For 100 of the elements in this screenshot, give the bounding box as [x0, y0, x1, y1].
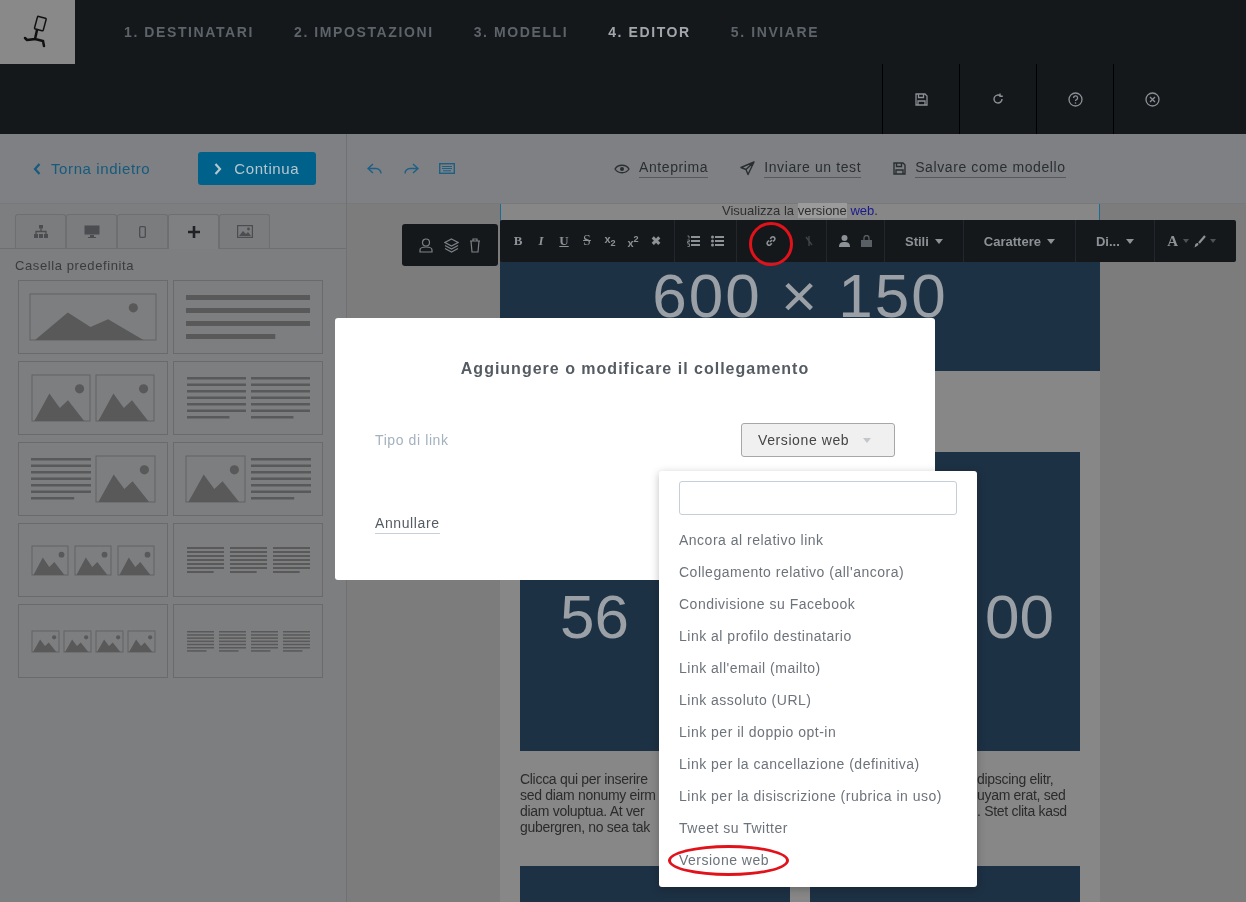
- floppy-icon: [914, 92, 928, 106]
- body-text: Clicca qui per inserire: [520, 771, 649, 787]
- refresh-icon: [991, 92, 1005, 106]
- logo[interactable]: [0, 0, 75, 64]
- step-tab[interactable]: 4. EDITOR: [608, 24, 691, 40]
- layout-tile[interactable]: [18, 604, 168, 678]
- body-text: diam voluptua. At ver: [520, 803, 646, 819]
- undo-icon[interactable]: [367, 162, 383, 175]
- layout-tile[interactable]: [173, 604, 323, 678]
- toolbar-dropdown[interactable]: Carattere: [963, 220, 1076, 262]
- panel-tab[interactable]: [219, 214, 270, 248]
- format-button[interactable]: U: [558, 233, 570, 249]
- monitor-icon: [83, 225, 100, 238]
- step-tab[interactable]: 3. MODELLI: [473, 24, 569, 40]
- step-tab[interactable]: 1. DESTINATARI: [124, 24, 254, 40]
- dropdown-option[interactable]: Tweet su Twitter: [659, 812, 977, 844]
- user-icon[interactable]: [418, 237, 433, 253]
- dropdown-option[interactable]: Link al profilo destinatario: [659, 620, 977, 652]
- toolbar-dropdown[interactable]: Stili: [885, 220, 964, 262]
- chevron-left-icon: [33, 162, 41, 175]
- dropdown-option[interactable]: Link all'email (mailto): [659, 652, 977, 684]
- format-button[interactable]: B: [512, 233, 524, 249]
- paper-plane-icon: [740, 161, 756, 176]
- body-text: sed diam nonumy eirm: [520, 787, 657, 803]
- dropdown-option[interactable]: Condivisione su Facebook: [659, 588, 977, 620]
- field-label: Tipo di link: [375, 432, 449, 448]
- sitemap-icon: [33, 225, 48, 238]
- layout-preview-icon: [31, 544, 155, 576]
- search-field[interactable]: [679, 481, 957, 515]
- continue-button[interactable]: Continua: [198, 152, 317, 185]
- brush-icon[interactable]: [1192, 234, 1206, 248]
- keyboard-icon[interactable]: [439, 163, 455, 174]
- phone-icon: [139, 225, 146, 238]
- panel-tab[interactable]: [15, 214, 66, 248]
- plus-icon: [187, 226, 200, 238]
- caret-icon[interactable]: [1182, 239, 1189, 243]
- dropdown-option[interactable]: Link per la cancellazione (definitiva): [659, 748, 977, 780]
- dropdown-option[interactable]: Link per il doppio opt-in: [659, 716, 977, 748]
- body-text: gubergren, no sea tak: [520, 819, 651, 835]
- format-button[interactable]: x$^{2}$: [627, 233, 639, 249]
- layout-tile[interactable]: [173, 523, 323, 597]
- dropdown-option[interactable]: Link assoluto (URL): [659, 684, 977, 716]
- step-tab[interactable]: 5. INVIARE: [730, 24, 820, 40]
- layout-preview-icon: [185, 629, 311, 653]
- layout-preview-icon: [185, 294, 311, 340]
- panel-tab[interactable]: [66, 214, 117, 248]
- help-icon: [1067, 91, 1083, 107]
- text-color-button[interactable]: A: [1166, 232, 1179, 250]
- caret-icon: [1125, 238, 1134, 244]
- layout-tile[interactable]: [18, 361, 168, 435]
- save-template-link[interactable]: Salvare come modello: [893, 159, 1066, 178]
- layout-preview-icon: [185, 376, 311, 420]
- placeholder-size-text: 600 × 150: [652, 265, 948, 327]
- format-button[interactable]: I: [535, 233, 547, 249]
- dropdown-option[interactable]: Versione web: [659, 844, 977, 876]
- layout-tile[interactable]: [173, 280, 323, 354]
- format-button[interactable]: S: [581, 233, 593, 249]
- caret-icon[interactable]: [1209, 239, 1216, 243]
- layout-tile[interactable]: [173, 442, 323, 516]
- caret-icon: [934, 238, 943, 244]
- caret-icon: [1046, 238, 1055, 244]
- section-title: Casella predefinita: [15, 258, 136, 273]
- layout-preview-icon: [30, 629, 156, 653]
- toolbar-dropdown[interactable]: Di...: [1075, 220, 1155, 262]
- trash-icon[interactable]: [469, 237, 482, 253]
- layout-preview-icon: [184, 455, 312, 503]
- bullet-list-icon[interactable]: [711, 235, 724, 247]
- layout-preview-icon: [29, 293, 157, 341]
- preview-link[interactable]: Anteprima: [614, 159, 709, 178]
- close-icon: [1144, 91, 1160, 107]
- dialog-title: Aggiungere o modificare il collegamento: [459, 360, 811, 378]
- format-button[interactable]: ✖: [650, 233, 662, 249]
- step-tab[interactable]: 2. IMPOSTAZIONI: [294, 24, 434, 40]
- image-icon: [236, 225, 253, 238]
- layers-icon[interactable]: [443, 237, 459, 253]
- eye-icon: [614, 163, 630, 174]
- layout-tile[interactable]: [18, 280, 168, 354]
- chevron-right-icon: [214, 162, 223, 175]
- format-button[interactable]: x$_{2}$: [604, 233, 616, 249]
- redo-icon[interactable]: [403, 162, 419, 175]
- layout-preview-icon: [30, 455, 156, 503]
- lock-icon[interactable]: [861, 235, 872, 247]
- layout-tile[interactable]: [18, 442, 168, 516]
- send-test-link[interactable]: Inviare un test: [740, 159, 862, 178]
- placeholder-size-text: 00: [985, 586, 1054, 648]
- link-type-select[interactable]: Versione web: [741, 423, 895, 457]
- body-text: dipscing elitr,: [977, 771, 1055, 787]
- dropdown-option[interactable]: Collegamento relativo (all'ancora): [659, 556, 977, 588]
- layout-tile[interactable]: [173, 361, 323, 435]
- dropdown-option[interactable]: Ancora al relativo link: [659, 524, 977, 556]
- dropdown-option[interactable]: Link per la disiscrizione (rubrica in uso): [659, 780, 977, 812]
- body-text: uyam erat, sed: [977, 787, 1067, 803]
- panel-tab[interactable]: [168, 214, 219, 249]
- layout-preview-icon: [31, 374, 155, 422]
- person-icon[interactable]: [839, 235, 850, 247]
- cancel-link[interactable]: Annullare: [375, 515, 440, 534]
- layout-tile[interactable]: [18, 523, 168, 597]
- numbered-list-icon[interactable]: [687, 235, 700, 247]
- layout-preview-icon: [185, 546, 311, 574]
- placeholder-size-text: 56: [560, 586, 629, 648]
